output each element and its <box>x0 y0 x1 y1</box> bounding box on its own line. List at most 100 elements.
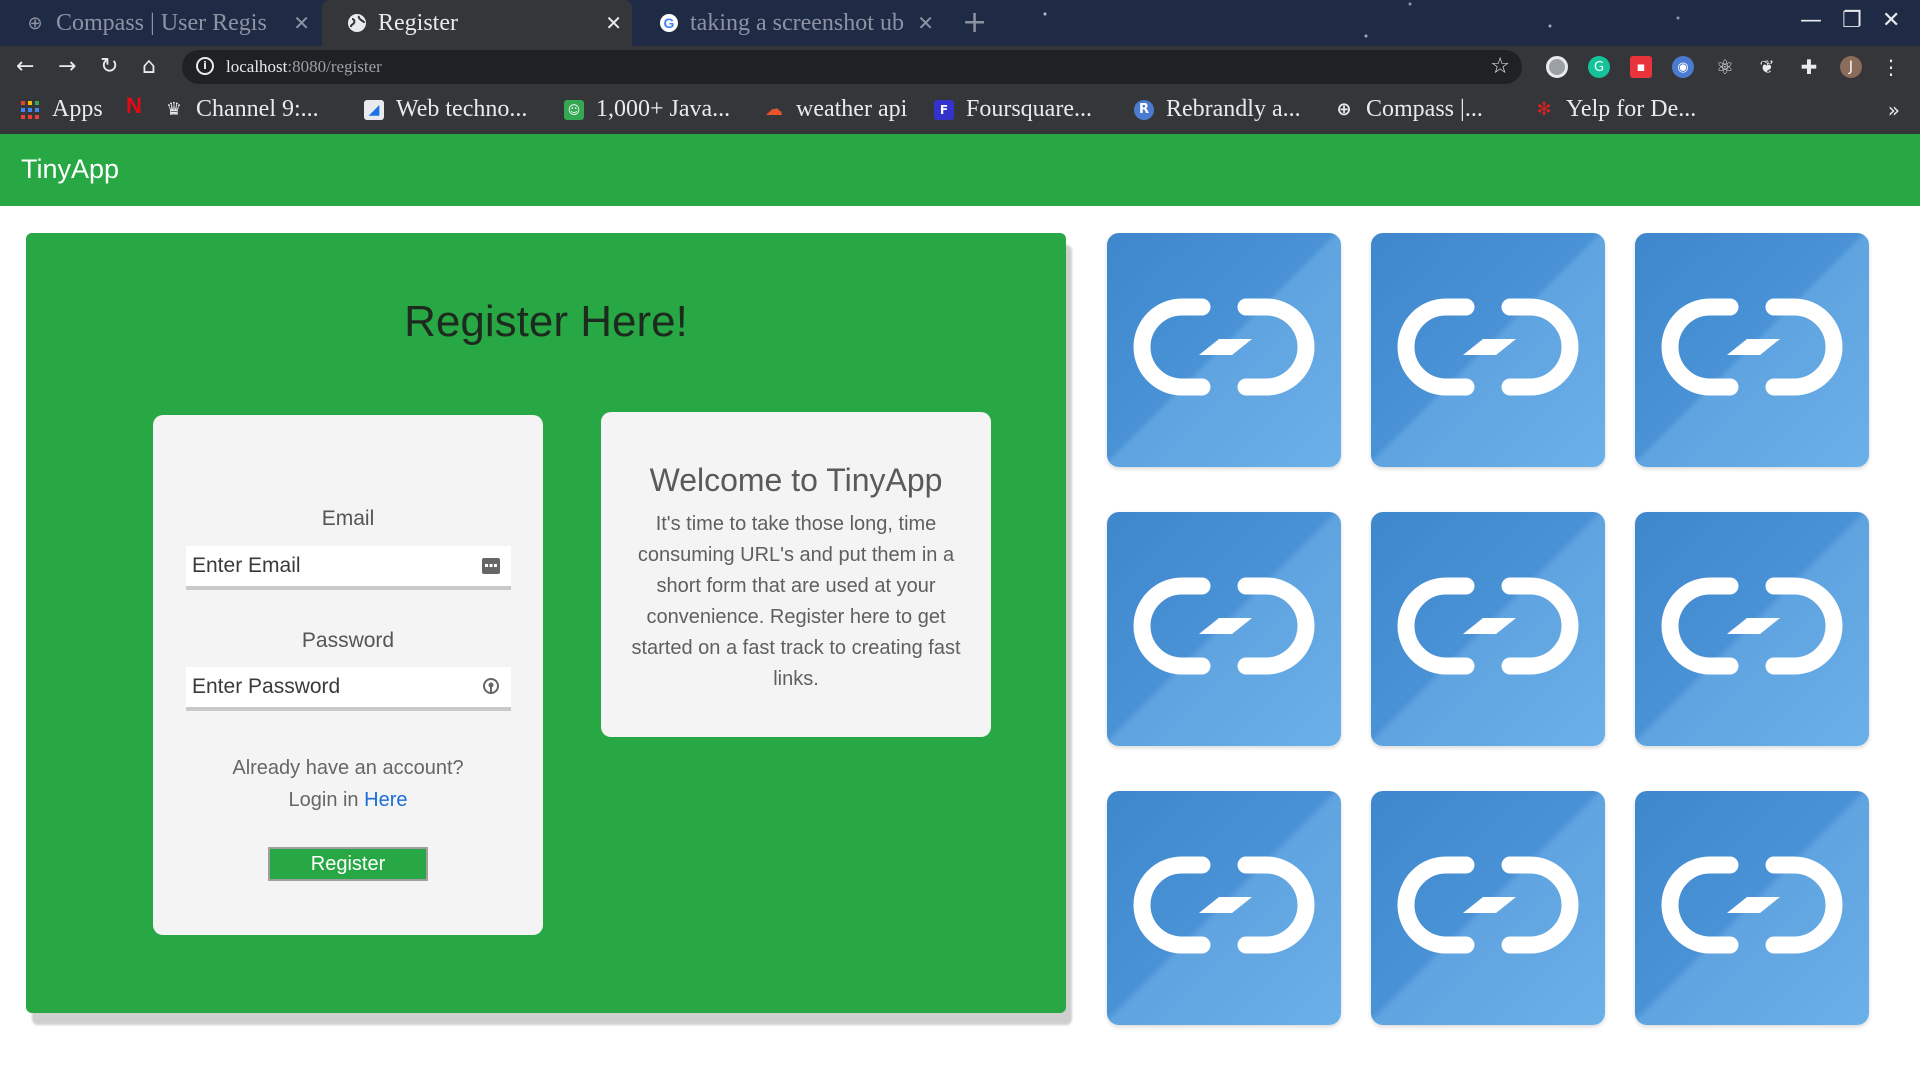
register-panel: Register Here! Email Password Already ha… <box>26 233 1066 1013</box>
close-icon[interactable]: ✕ <box>605 11 622 35</box>
tab-title: Register <box>378 9 458 36</box>
page-title: Register Here! <box>404 297 688 346</box>
login-line: Login in Here <box>153 784 543 816</box>
link-tile[interactable] <box>1635 233 1869 467</box>
web-technology-icon: ◢ <box>364 99 384 120</box>
link-tile[interactable] <box>1635 791 1869 1025</box>
browser-tab-strip: ⊕ Compass | User Regis ✕ Register ✕ G ta… <box>0 0 1920 46</box>
svg-text:G: G <box>664 15 675 31</box>
bookmark-label: weather api <box>796 96 908 122</box>
address-bar[interactable]: i localhost:8080/register ☆ <box>182 50 1522 84</box>
link-tile[interactable] <box>1371 233 1605 467</box>
bookmark-label: 1,000+ Java... <box>596 96 731 122</box>
profile-avatar[interactable]: J <box>1840 56 1862 78</box>
tab-register[interactable]: Register ✕ <box>322 0 632 46</box>
bookmark-foursquare[interactable]: F Foursquare... <box>934 96 1092 123</box>
google-icon: G <box>658 12 680 34</box>
extension-leaf-icon[interactable]: ❦ <box>1756 56 1778 78</box>
extension-record-icon[interactable] <box>1546 56 1568 78</box>
bookmark-label: Channel 9:... <box>196 96 319 122</box>
grammarly-icon[interactable]: G <box>1588 56 1610 78</box>
login-prompt: Already have an account? Login in Here <box>153 752 543 816</box>
login-prefix: Login in <box>288 789 359 811</box>
new-tab-icon[interactable]: + <box>962 5 987 40</box>
email-field[interactable] <box>186 546 511 586</box>
bookmark-label: Apps <box>52 96 103 122</box>
link-tile[interactable] <box>1107 512 1341 746</box>
close-icon[interactable]: ✕ <box>293 11 310 35</box>
more-bookmarks-icon[interactable]: » <box>1888 98 1900 122</box>
bookmark-yelp[interactable]: ✻ Yelp for De... <box>1534 96 1696 123</box>
password-key-icon[interactable] <box>481 677 501 697</box>
java-icon: ☺ <box>564 99 584 120</box>
link-tile[interactable] <box>1635 512 1869 746</box>
restore-icon[interactable]: ❐ <box>1842 8 1862 33</box>
link-tile[interactable] <box>1107 233 1341 467</box>
forward-icon[interactable]: → <box>58 54 76 79</box>
bookmark-web-technology[interactable]: ◢ Web techno... <box>364 96 527 123</box>
netflix-icon: N <box>126 93 142 118</box>
back-icon[interactable]: ← <box>16 54 34 79</box>
extensions-puzzle-icon[interactable]: ✚ <box>1798 55 1820 79</box>
bookmark-java[interactable]: ☺ 1,000+ Java... <box>564 96 730 123</box>
app-navbar: TinyApp <box>0 134 1920 206</box>
site-info-icon[interactable]: i <box>196 57 214 75</box>
bookmark-label: Foursquare... <box>966 96 1092 122</box>
compass-icon: ⊕ <box>1336 99 1352 120</box>
register-button[interactable]: Register <box>268 847 428 881</box>
minimize-icon[interactable]: — <box>1800 8 1822 33</box>
bookmarks-bar: Apps N ♛ Channel 9:... ◢ Web techno... ☺… <box>0 88 1920 134</box>
bookmark-apps[interactable]: Apps <box>20 96 103 123</box>
bookmark-rebrandly[interactable]: R Rebrandly a... <box>1134 96 1301 123</box>
welcome-card: Welcome to TinyApp It's time to take tho… <box>601 412 991 737</box>
close-window-icon[interactable]: ✕ <box>1882 8 1900 33</box>
password-field[interactable] <box>186 667 511 707</box>
apps-grid-icon <box>20 100 40 120</box>
extension-blue-icon[interactable]: ◉ <box>1672 56 1694 78</box>
account-prompt-text: Already have an account? <box>232 757 464 779</box>
link-tile[interactable] <box>1107 791 1341 1025</box>
email-label: Email <box>321 507 375 530</box>
tab-google-search[interactable]: G taking a screenshot ub ✕ <box>634 0 944 46</box>
close-icon[interactable]: ✕ <box>917 11 934 35</box>
foursquare-icon: F <box>934 99 954 120</box>
app-brand[interactable]: TinyApp <box>21 154 119 185</box>
home-icon[interactable]: ⌂ <box>142 54 156 79</box>
browser-toolbar: ← → ↻ ⌂ i localhost:8080/register ☆ G ▪ … <box>0 46 1920 88</box>
bookmark-star-icon[interactable]: ☆ <box>1490 54 1510 79</box>
menu-kebab-icon[interactable]: ⋮ <box>1880 55 1902 79</box>
url-path: :8080/register <box>287 57 382 76</box>
reload-icon[interactable]: ↻ <box>100 54 118 79</box>
weather-icon: ☁ <box>765 99 783 120</box>
url-text[interactable]: localhost:8080/register <box>226 57 382 77</box>
link-tile[interactable] <box>1371 512 1605 746</box>
bookmark-label: Compass |... <box>1366 96 1483 122</box>
tab-title: Compass | User Regis <box>56 9 267 36</box>
bookmark-netflix[interactable]: N <box>124 93 156 118</box>
register-form-card: Email Password Already have an account? … <box>153 415 543 935</box>
rebrandly-icon: R <box>1134 99 1154 120</box>
tab-compass[interactable]: ⊕ Compass | User Regis ✕ <box>0 0 320 46</box>
react-devtools-icon[interactable]: ⚛ <box>1714 55 1736 79</box>
bookmark-label: Rebrandly a... <box>1166 96 1301 122</box>
email-field-wrapper <box>186 546 511 590</box>
url-host: localhost <box>226 57 288 76</box>
welcome-description: It's time to take those long, time consu… <box>631 513 961 690</box>
bookmark-label: Web techno... <box>396 96 528 122</box>
bookmark-weather-api[interactable]: ☁ weather api <box>764 96 907 123</box>
globe-icon <box>346 12 368 34</box>
yelp-icon: ✻ <box>1536 99 1552 120</box>
bookmark-channel9[interactable]: ♛ Channel 9:... <box>164 96 319 123</box>
bookmark-label: Yelp for De... <box>1566 96 1697 122</box>
link-tile[interactable] <box>1371 791 1605 1025</box>
autofill-card-icon[interactable] <box>481 556 501 576</box>
password-field-wrapper <box>186 667 511 711</box>
password-label: Password <box>301 629 395 652</box>
login-link[interactable]: Here <box>364 789 407 811</box>
tab-title: taking a screenshot ub <box>690 9 904 36</box>
compass-icon: ⊕ <box>27 12 43 34</box>
bookmark-compass[interactable]: ⊕ Compass |... <box>1334 96 1483 123</box>
extension-red-icon[interactable]: ▪ <box>1630 56 1652 78</box>
welcome-title: Welcome to TinyApp <box>649 462 943 498</box>
channel9-icon: ♛ <box>165 99 183 120</box>
